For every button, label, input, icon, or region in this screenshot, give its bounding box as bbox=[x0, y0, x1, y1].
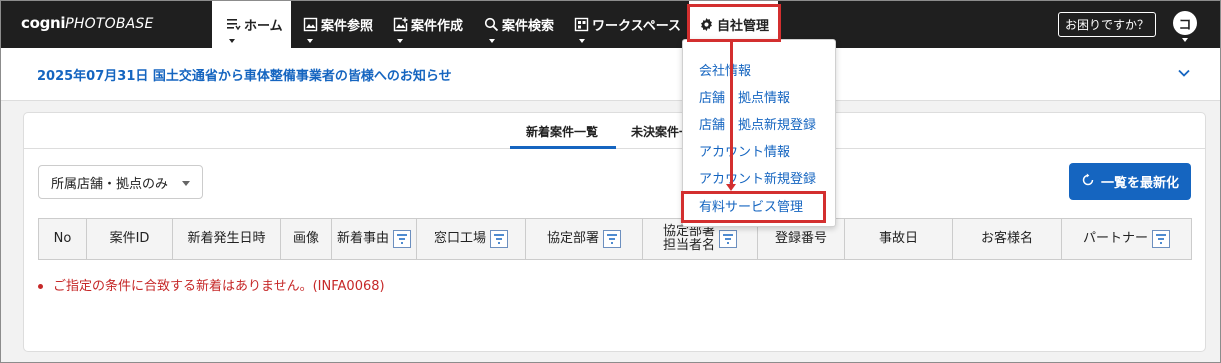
nav-case-search-label: 案件検索 bbox=[502, 19, 555, 34]
refresh-list-button[interactable]: 一覧を最新化 bbox=[1069, 163, 1191, 200]
nav-home-label: ホーム bbox=[244, 19, 283, 34]
column-case-id[interactable]: 案件ID bbox=[87, 219, 173, 259]
column-label: 事故日 bbox=[878, 231, 918, 246]
filter-icon[interactable] bbox=[1152, 230, 1170, 248]
logo-bold-text: cogni bbox=[21, 14, 66, 32]
nav-case-create-label: 案件作成 bbox=[411, 19, 464, 34]
column-label: 窓口工場 bbox=[433, 231, 486, 246]
column-label: 協定部署 bbox=[546, 231, 599, 246]
annotation-arrow bbox=[730, 42, 733, 185]
avatar[interactable]: コ bbox=[1173, 11, 1197, 35]
notice-link[interactable]: 2025年07月31日 国土交通省から車体整備事業者の皆様へのお知らせ bbox=[37, 65, 452, 84]
list-icon bbox=[225, 17, 241, 33]
app-window: cogniPHOTOBASE ホーム 案件参照 案件作成 案件検索 ワークスペー… bbox=[0, 0, 1221, 363]
nav-case-reference-label: 案件参照 bbox=[321, 19, 374, 34]
nav-case-create[interactable]: 案件作成 bbox=[392, 1, 472, 48]
image-icon bbox=[302, 17, 318, 33]
menu-item-store-info[interactable]: 店舗・拠点情報 bbox=[699, 87, 790, 106]
logo-italic-text: PHOTOBASE bbox=[65, 16, 154, 32]
nav-workspace-label: ワークスペース bbox=[592, 19, 682, 34]
column-label: 協定部署 担当者名 bbox=[662, 224, 715, 253]
chevron-down-icon bbox=[397, 39, 403, 43]
refresh-label: 一覧を最新化 bbox=[1100, 176, 1179, 191]
column-no[interactable]: No bbox=[39, 219, 87, 259]
nav-workspace[interactable]: ワークスペース bbox=[574, 1, 682, 48]
top-navigation-bar: cogniPHOTOBASE ホーム 案件参照 案件作成 案件検索 ワークスペー… bbox=[1, 1, 1220, 48]
column-label: 新着事由 bbox=[336, 231, 389, 246]
column-agreement-dept[interactable]: 協定部署 bbox=[526, 219, 643, 259]
column-new-reason[interactable]: 新着事由 bbox=[332, 219, 417, 259]
app-logo[interactable]: cogniPHOTOBASE bbox=[21, 14, 154, 32]
chevron-down-icon bbox=[579, 39, 585, 43]
bullet-icon bbox=[38, 284, 43, 289]
column-label: No bbox=[53, 231, 72, 246]
column-label: 新着発生日時 bbox=[187, 231, 266, 246]
menu-item-company-info[interactable]: 会社情報 bbox=[699, 60, 751, 79]
column-image[interactable]: 画像 bbox=[281, 219, 332, 259]
chevron-down-icon[interactable] bbox=[1177, 66, 1191, 80]
image-add-icon bbox=[392, 17, 408, 33]
filter-icon[interactable] bbox=[603, 230, 621, 248]
workspace-icon bbox=[574, 17, 589, 33]
column-label: 案件ID bbox=[109, 231, 150, 246]
refresh-icon bbox=[1081, 173, 1095, 191]
filter-icon[interactable] bbox=[393, 230, 411, 248]
search-icon bbox=[483, 17, 499, 33]
store-filter-select[interactable]: 所属店舗・拠点のみ bbox=[38, 165, 203, 199]
notice-bar: 2025年07月31日 国土交通省から車体整備事業者の皆様へのお知らせ bbox=[1, 48, 1220, 101]
nav-case-search[interactable]: 案件検索 bbox=[483, 1, 563, 48]
column-new-datetime[interactable]: 新着発生日時 bbox=[173, 219, 281, 259]
column-customer-name[interactable]: お客様名 bbox=[953, 219, 1062, 259]
column-label: お客様名 bbox=[980, 231, 1033, 246]
column-label: パートナー bbox=[1082, 231, 1148, 246]
column-partner[interactable]: パートナー bbox=[1062, 219, 1191, 259]
store-filter-value: 所属店舗・拠点のみ bbox=[51, 176, 169, 192]
highlight-paid-services bbox=[681, 191, 826, 223]
new-cases-panel: 新着案件一覧 未決案件一 所属店舗・拠点のみ 一覧を最新化 No 案件ID 新着… bbox=[23, 112, 1206, 352]
chevron-down-icon bbox=[489, 39, 495, 43]
nav-home[interactable]: ホーム bbox=[212, 1, 291, 48]
tab-bar: 新着案件一覧 未決案件一 bbox=[24, 113, 1205, 149]
column-label: 登録番号 bbox=[774, 231, 827, 246]
column-accident-date[interactable]: 事故日 bbox=[845, 219, 953, 259]
filter-icon[interactable] bbox=[719, 230, 737, 248]
highlight-company-admin bbox=[687, 4, 781, 42]
chevron-down-icon bbox=[1182, 38, 1188, 42]
active-tab-indicator bbox=[510, 146, 616, 149]
chevron-down-icon bbox=[307, 39, 313, 43]
empty-result-text: ご指定の条件に合致する新着はありません。(INFA0068) bbox=[53, 279, 385, 294]
nav-case-reference[interactable]: 案件参照 bbox=[302, 1, 382, 48]
column-label: 画像 bbox=[292, 231, 319, 246]
filter-icon[interactable] bbox=[490, 230, 508, 248]
menu-item-store-register[interactable]: 店舗・拠点新規登録 bbox=[699, 114, 816, 133]
menu-item-account-info[interactable]: アカウント情報 bbox=[699, 141, 790, 160]
empty-result-message: ご指定の条件に合致する新着はありません。(INFA0068) bbox=[38, 275, 385, 294]
table-header: No 案件ID 新着発生日時 画像 新着事由 窓口工場 協定部署 協定部署 担当… bbox=[38, 218, 1192, 260]
chevron-down-icon bbox=[229, 39, 235, 43]
help-button[interactable]: お困りですか？ bbox=[1058, 12, 1156, 37]
menu-item-account-register[interactable]: アカウント新規登録 bbox=[699, 168, 816, 187]
column-service-factory[interactable]: 窓口工場 bbox=[417, 219, 526, 259]
arrow-head-icon bbox=[726, 184, 736, 191]
tab-new-cases[interactable]: 新着案件一覧 bbox=[526, 123, 598, 140]
dropdown-arrow-icon bbox=[182, 181, 190, 186]
